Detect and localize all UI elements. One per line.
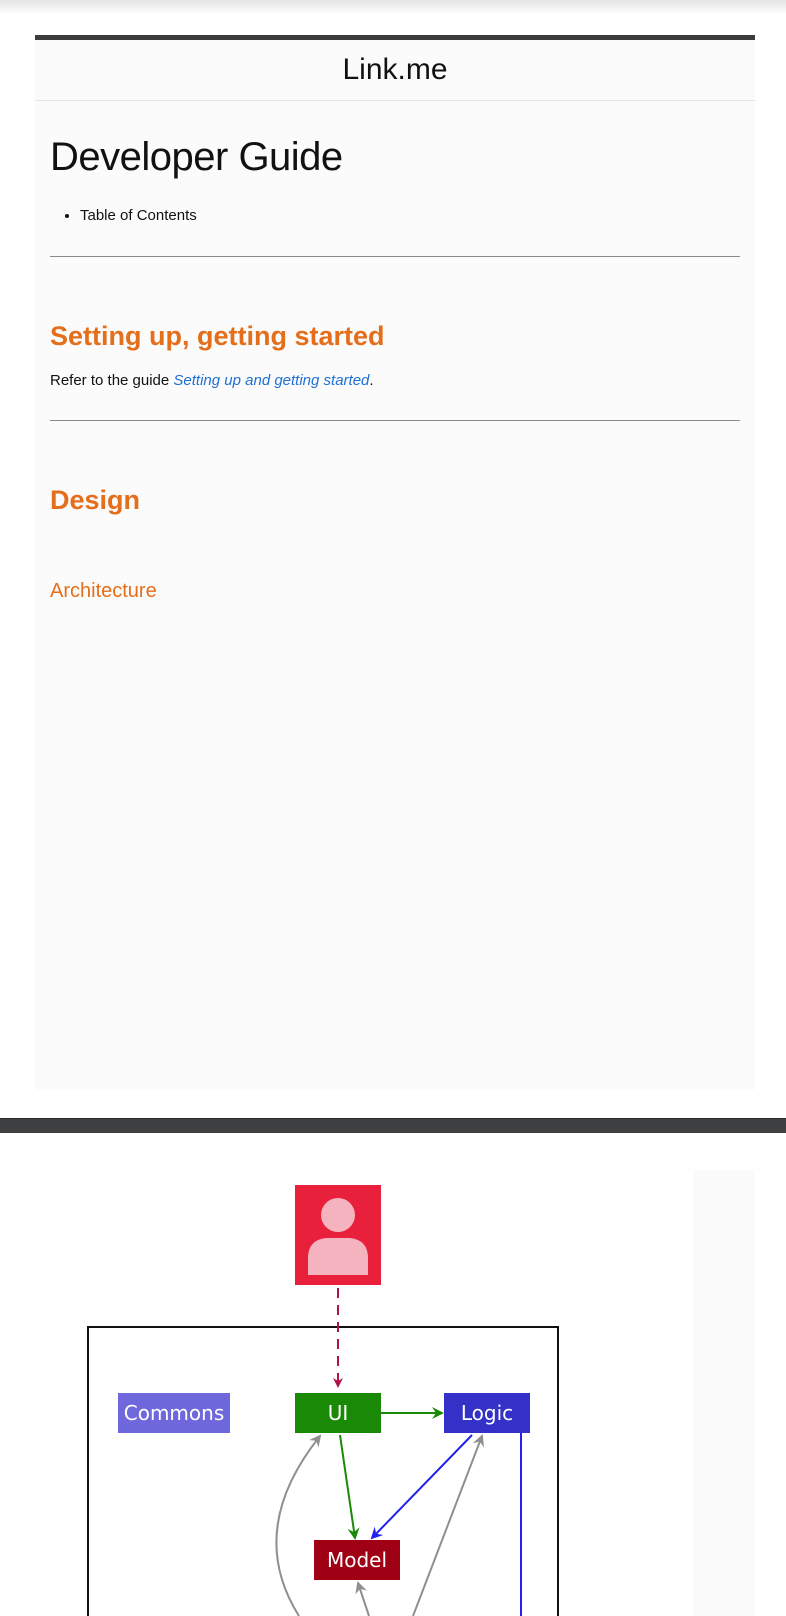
user-icon: [295, 1185, 381, 1285]
architecture-diagram-frame: Commons UI Logic Model: [35, 1170, 693, 1616]
site-title[interactable]: Link.me: [342, 53, 447, 87]
ui-node: UI: [295, 1393, 381, 1433]
document-page-2: Commons UI Logic Model: [35, 1170, 755, 1616]
heading-design: Design: [50, 485, 141, 515]
toc-list: Table of Contents: [50, 206, 740, 226]
setup-text-end: .: [369, 372, 374, 389]
logic-label: Logic: [461, 1401, 513, 1425]
storage-ui-arrow: [275, 1434, 322, 1616]
ui-label: UI: [328, 1401, 349, 1425]
section-divider: [50, 256, 740, 257]
toc-item[interactable]: Table of Contents: [80, 206, 740, 226]
page-content: Developer Guide Table of Contents Settin…: [35, 135, 755, 603]
setup-guide-link[interactable]: Setting up and getting started: [173, 372, 369, 389]
model-label: Model: [327, 1548, 387, 1572]
storage-model-arrow: [355, 1581, 370, 1616]
logic-model-arrow: [370, 1434, 473, 1540]
top-shadow: [0, 0, 786, 14]
commons-node: Commons: [118, 1393, 230, 1433]
setup-text: Refer to the guide: [50, 372, 174, 389]
commons-label: Commons: [124, 1401, 225, 1425]
model-node: Model: [314, 1540, 400, 1580]
logic-node: Logic: [444, 1393, 530, 1433]
storage-logic-arrow: [412, 1434, 485, 1616]
page-divider: [0, 1118, 786, 1133]
page-title: Developer Guide: [50, 135, 343, 179]
site-header: Link.me: [35, 40, 755, 101]
section-divider: [50, 420, 740, 421]
setup-paragraph: Refer to the guide Setting up and gettin…: [50, 372, 740, 389]
architecture-diagram: Commons UI Logic Model: [87, 1185, 559, 1616]
ui-model-arrow: [339, 1434, 360, 1540]
heading-setup: Setting up, getting started: [50, 321, 385, 351]
document-page: Link.me Developer Guide Table of Content…: [35, 35, 755, 1090]
heading-architecture: Architecture: [50, 580, 157, 602]
